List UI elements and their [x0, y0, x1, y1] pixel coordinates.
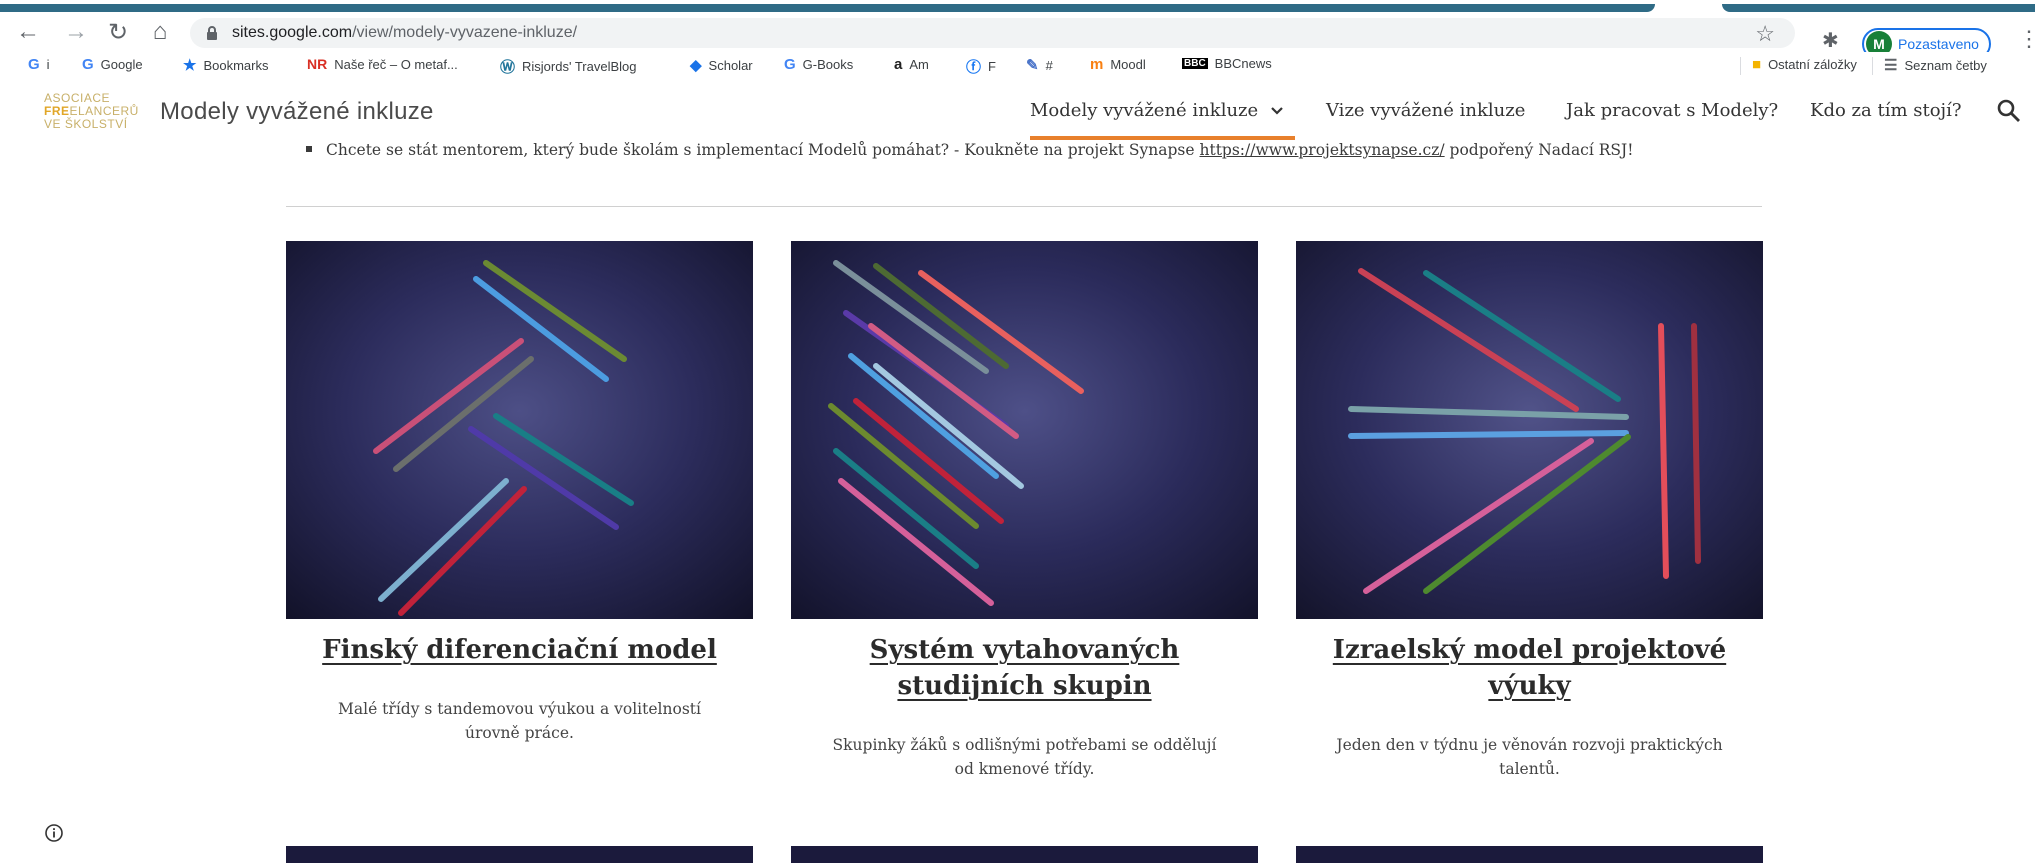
card-title-izraelsky[interactable]: Izraelský model projektové výuky	[1296, 632, 1763, 704]
menu-icon[interactable]: ⋮	[2018, 26, 2035, 52]
back-icon[interactable]: ←	[14, 18, 42, 46]
bookmarks-bar: Gi G Google ★ Bookmarks NR Naše řeč – O met…	[0, 52, 2035, 80]
card-image-next[interactable]	[1296, 846, 1763, 863]
card-desc-izraelsky: Jeden den v týdnu je věnován rozvoji pra…	[1336, 736, 1723, 778]
bookmark-separator	[1872, 57, 1873, 75]
browser-toolbar: ← → ↻ ⌂ sites.google.com/view/modely-vyv…	[0, 12, 2035, 60]
nav-item-vize[interactable]: Vize vyvážené inkluze	[1326, 100, 1525, 121]
card-title-finsky[interactable]: Finský diferenciační model	[286, 632, 753, 668]
info-icon[interactable]	[44, 823, 64, 843]
nav-item-modely[interactable]: Modely vyvážené inkluze	[1030, 100, 1284, 121]
bookmark-separator	[1740, 57, 1741, 75]
nav-item-kdo-za-tim-stoji[interactable]: Kdo za tím stojí?	[1810, 100, 1962, 121]
bookmark-item[interactable]: NR Naše řeč – O metaf...	[307, 56, 458, 72]
reload-icon[interactable]: ↻	[104, 18, 132, 46]
bookmark-item[interactable]: ⓕ F	[966, 56, 996, 77]
card-desc-finsky: Malé třídy s tandemovou výukou a volitel…	[338, 700, 701, 742]
card-image-system[interactable]	[791, 241, 1258, 619]
bookmark-item[interactable]: ★ Bookmarks	[183, 56, 268, 74]
card-title-system[interactable]: Systém vytahovaných studijních skupin	[791, 632, 1258, 704]
card-image-next[interactable]	[791, 846, 1258, 863]
bookmark-star-icon[interactable]: ☆	[1755, 21, 1775, 47]
card-image-izraelsky[interactable]	[1296, 241, 1763, 619]
nav-active-indicator	[1030, 136, 1295, 140]
bookmark-item[interactable]: BBC BBCnews	[1182, 56, 1272, 71]
address-bar[interactable]: sites.google.com/view/modely-vyvazene-in…	[190, 18, 1795, 48]
synapse-link[interactable]: https://www.projektsynapse.cz/	[1199, 141, 1444, 159]
bookmark-item[interactable]: Gi	[28, 56, 50, 73]
extensions-icon[interactable]: ✱	[1822, 28, 1839, 53]
home-icon[interactable]: ⌂	[146, 18, 174, 46]
nav-item-jak-pracovat[interactable]: Jak pracovat s Modely?	[1566, 100, 1778, 121]
site-logo[interactable]: ASOCIACE FREELANCERŮ VE ŠKOLSTVÍ	[44, 92, 154, 131]
bookmark-item[interactable]: G G-Books	[784, 56, 853, 73]
profile-status: Pozastaveno	[1898, 36, 1979, 52]
bookmark-item[interactable]: ✎ #	[1026, 56, 1053, 74]
synapse-bullet: Chcete se stát mentorem, který bude škol…	[306, 141, 1633, 159]
lock-icon	[207, 26, 217, 40]
browser-tab-strip	[0, 0, 2035, 12]
bookmark-item[interactable]: m Moodl	[1090, 56, 1146, 73]
forward-icon[interactable]: →	[62, 18, 90, 46]
divider	[286, 206, 1762, 207]
card-image-next[interactable]	[286, 846, 753, 863]
bookmark-item[interactable]: G Google	[82, 56, 143, 73]
url-text: sites.google.com/view/modely-vyvazene-in…	[232, 24, 578, 41]
bullet-dot	[306, 146, 312, 152]
site-header: ASOCIACE FREELANCERŮ VE ŠKOLSTVÍ Modely …	[0, 86, 2035, 140]
bookmark-item[interactable]: Ⓦ Risjords' TravelBlog	[500, 56, 636, 77]
card-image-finsky[interactable]	[286, 241, 753, 619]
chevron-down-icon	[1271, 107, 1283, 115]
search-icon[interactable]	[1996, 98, 2022, 124]
bookmark-item[interactable]: ◆ Scholar	[690, 56, 753, 74]
other-bookmarks[interactable]: ■ Ostatní záložky	[1752, 56, 1857, 73]
reading-list[interactable]: ☰ Seznam četby	[1884, 56, 1987, 74]
bookmark-item[interactable]: a Am	[894, 56, 929, 73]
card-desc-system: Skupinky žáků s odlišnými potřebami se o…	[832, 736, 1217, 778]
site-title[interactable]: Modely vyvážené inkluze	[160, 98, 434, 126]
